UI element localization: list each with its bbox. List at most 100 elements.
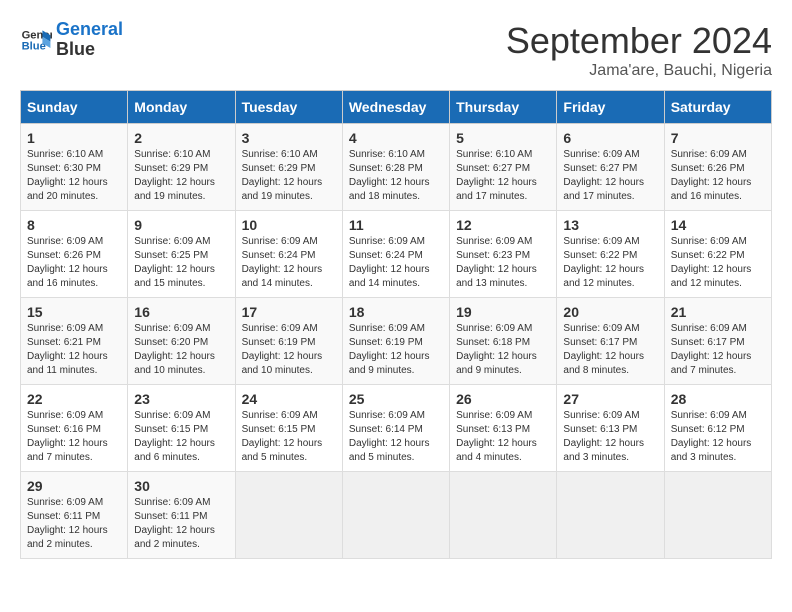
day-number: 21 — [671, 304, 765, 320]
day-number: 18 — [349, 304, 443, 320]
day-info: Sunrise: 6:09 AMSunset: 6:17 PMDaylight:… — [671, 322, 765, 378]
table-row: 28 Sunrise: 6:09 AMSunset: 6:12 PMDayligh… — [664, 385, 771, 472]
month-year-title: September 2024 — [506, 20, 772, 62]
table-row: 10 Sunrise: 6:09 AMSunset: 6:24 PMDayligh… — [235, 211, 342, 298]
day-number: 26 — [456, 391, 550, 407]
day-info: Sunrise: 6:09 AMSunset: 6:18 PMDaylight:… — [456, 322, 550, 378]
day-number: 2 — [134, 130, 228, 146]
calendar-header-thursday: Thursday — [450, 91, 557, 124]
calendar-header-friday: Friday — [557, 91, 664, 124]
table-row: 26 Sunrise: 6:09 AMSunset: 6:13 PMDayligh… — [450, 385, 557, 472]
table-row: 18 Sunrise: 6:09 AMSunset: 6:19 PMDayligh… — [342, 298, 449, 385]
table-row: 20 Sunrise: 6:09 AMSunset: 6:17 PMDayligh… — [557, 298, 664, 385]
day-info: Sunrise: 6:09 AMSunset: 6:24 PMDaylight:… — [349, 235, 443, 291]
day-number: 8 — [27, 217, 121, 233]
day-number: 10 — [242, 217, 336, 233]
table-row: 25 Sunrise: 6:09 AMSunset: 6:14 PMDayligh… — [342, 385, 449, 472]
svg-text:Blue: Blue — [22, 40, 46, 52]
day-number: 24 — [242, 391, 336, 407]
table-row — [342, 472, 449, 559]
logo-text-line2: Blue — [56, 40, 123, 60]
day-info: Sunrise: 6:09 AMSunset: 6:20 PMDaylight:… — [134, 322, 228, 378]
table-row: 22 Sunrise: 6:09 AMSunset: 6:16 PMDayligh… — [21, 385, 128, 472]
day-number: 16 — [134, 304, 228, 320]
table-row: 11 Sunrise: 6:09 AMSunset: 6:24 PMDayligh… — [342, 211, 449, 298]
day-number: 30 — [134, 478, 228, 494]
table-row: 3 Sunrise: 6:10 AMSunset: 6:29 PMDaylight… — [235, 124, 342, 211]
day-info: Sunrise: 6:10 AMSunset: 6:29 PMDaylight:… — [134, 148, 228, 204]
day-info: Sunrise: 6:09 AMSunset: 6:26 PMDaylight:… — [27, 235, 121, 291]
page-header: General Blue General Blue September 2024… — [20, 20, 772, 80]
table-row: 17 Sunrise: 6:09 AMSunset: 6:19 PMDayligh… — [235, 298, 342, 385]
day-info: Sunrise: 6:10 AMSunset: 6:28 PMDaylight:… — [349, 148, 443, 204]
day-info: Sunrise: 6:09 AMSunset: 6:24 PMDaylight:… — [242, 235, 336, 291]
table-row: 21 Sunrise: 6:09 AMSunset: 6:17 PMDayligh… — [664, 298, 771, 385]
day-info: Sunrise: 6:09 AMSunset: 6:12 PMDaylight:… — [671, 409, 765, 465]
day-number: 19 — [456, 304, 550, 320]
day-number: 25 — [349, 391, 443, 407]
day-number: 3 — [242, 130, 336, 146]
day-info: Sunrise: 6:09 AMSunset: 6:16 PMDaylight:… — [27, 409, 121, 465]
calendar-week-row: 15 Sunrise: 6:09 AMSunset: 6:21 PMDayligh… — [21, 298, 772, 385]
calendar-header-monday: Monday — [128, 91, 235, 124]
day-info: Sunrise: 6:09 AMSunset: 6:19 PMDaylight:… — [242, 322, 336, 378]
table-row: 4Sunrise: 6:10 AMSunset: 6:28 PMDaylight… — [342, 124, 449, 211]
day-info: Sunrise: 6:10 AMSunset: 6:30 PMDaylight:… — [27, 148, 121, 204]
day-info: Sunrise: 6:10 AMSunset: 6:27 PMDaylight:… — [456, 148, 550, 204]
day-number: 9 — [134, 217, 228, 233]
calendar-title-area: September 2024 Jama'are, Bauchi, Nigeria — [506, 20, 772, 80]
day-info: Sunrise: 6:09 AMSunset: 6:17 PMDaylight:… — [563, 322, 657, 378]
day-number: 15 — [27, 304, 121, 320]
logo: General Blue General Blue — [20, 20, 123, 60]
day-info: Sunrise: 6:09 AMSunset: 6:27 PMDaylight:… — [563, 148, 657, 204]
calendar-header-sunday: Sunday — [21, 91, 128, 124]
day-number: 27 — [563, 391, 657, 407]
table-row — [664, 472, 771, 559]
day-info: Sunrise: 6:09 AMSunset: 6:14 PMDaylight:… — [349, 409, 443, 465]
day-info: Sunrise: 6:09 AMSunset: 6:26 PMDaylight:… — [671, 148, 765, 204]
table-row: 24Sunrise: 6:09 AMSunset: 6:15 PMDayligh… — [235, 385, 342, 472]
day-number: 23 — [134, 391, 228, 407]
day-info: Sunrise: 6:09 AMSunset: 6:13 PMDaylight:… — [563, 409, 657, 465]
table-row: 14Sunrise: 6:09 AMSunset: 6:22 PMDayligh… — [664, 211, 771, 298]
day-number: 11 — [349, 217, 443, 233]
table-row — [235, 472, 342, 559]
day-info: Sunrise: 6:09 AMSunset: 6:15 PMDaylight:… — [134, 409, 228, 465]
logo-text-line1: General — [56, 20, 123, 40]
table-row: 29 Sunrise: 6:09 AMSunset: 6:11 PMDayligh… — [21, 472, 128, 559]
table-row: 7 Sunrise: 6:09 AMSunset: 6:26 PMDaylight… — [664, 124, 771, 211]
calendar-week-row: 1Sunrise: 6:10 AMSunset: 6:30 PMDaylight… — [21, 124, 772, 211]
day-info: Sunrise: 6:09 AMSunset: 6:19 PMDaylight:… — [349, 322, 443, 378]
table-row — [450, 472, 557, 559]
day-info: Sunrise: 6:09 AMSunset: 6:21 PMDaylight:… — [27, 322, 121, 378]
day-info: Sunrise: 6:09 AMSunset: 6:23 PMDaylight:… — [456, 235, 550, 291]
table-row — [557, 472, 664, 559]
table-row: 8 Sunrise: 6:09 AMSunset: 6:26 PMDaylight… — [21, 211, 128, 298]
calendar-week-row: 8 Sunrise: 6:09 AMSunset: 6:26 PMDaylight… — [21, 211, 772, 298]
day-info: Sunrise: 6:09 AMSunset: 6:11 PMDaylight:… — [27, 496, 121, 552]
calendar-header-row: SundayMondayTuesdayWednesdayThursdayFrid… — [21, 91, 772, 124]
day-number: 17 — [242, 304, 336, 320]
table-row: 30 Sunrise: 6:09 AMSunset: 6:11 PMDayligh… — [128, 472, 235, 559]
day-number: 14 — [671, 217, 765, 233]
day-number: 6 — [563, 130, 657, 146]
calendar-header-wednesday: Wednesday — [342, 91, 449, 124]
day-number: 5 — [456, 130, 550, 146]
table-row: 1Sunrise: 6:10 AMSunset: 6:30 PMDaylight… — [21, 124, 128, 211]
day-number: 28 — [671, 391, 765, 407]
table-row: 15 Sunrise: 6:09 AMSunset: 6:21 PMDayligh… — [21, 298, 128, 385]
day-number: 20 — [563, 304, 657, 320]
day-info: Sunrise: 6:09 AMSunset: 6:11 PMDaylight:… — [134, 496, 228, 552]
day-info: Sunrise: 6:09 AMSunset: 6:13 PMDaylight:… — [456, 409, 550, 465]
day-number: 22 — [27, 391, 121, 407]
calendar-table: SundayMondayTuesdayWednesdayThursdayFrid… — [20, 90, 772, 559]
table-row: 23 Sunrise: 6:09 AMSunset: 6:15 PMDayligh… — [128, 385, 235, 472]
day-number: 29 — [27, 478, 121, 494]
day-number: 7 — [671, 130, 765, 146]
day-info: Sunrise: 6:10 AMSunset: 6:29 PMDaylight:… — [242, 148, 336, 204]
table-row: 12Sunrise: 6:09 AMSunset: 6:23 PMDayligh… — [450, 211, 557, 298]
day-number: 13 — [563, 217, 657, 233]
logo-icon: General Blue — [20, 24, 52, 56]
calendar-header-saturday: Saturday — [664, 91, 771, 124]
location-subtitle: Jama'are, Bauchi, Nigeria — [506, 62, 772, 80]
